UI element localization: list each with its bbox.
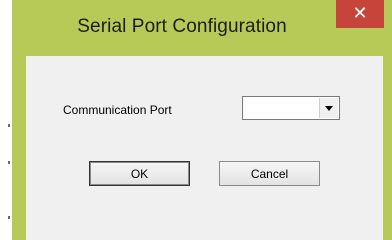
close-button[interactable]: ✕ (336, 0, 384, 28)
dialog-titlebar[interactable]: Serial Port Configuration ✕ (12, 0, 392, 56)
communication-port-select[interactable] (242, 96, 340, 120)
communication-port-label: Communication Port (63, 103, 172, 117)
cancel-button-label: Cancel (250, 166, 289, 181)
desktop-background: Serial Port Configuration ✕ Communicatio… (0, 0, 392, 240)
background-edge-mark (8, 124, 10, 127)
serial-port-configuration-dialog: Serial Port Configuration ✕ Communicatio… (12, 0, 392, 240)
cancel-button[interactable]: Cancel (219, 161, 320, 186)
chevron-down-icon (325, 105, 333, 111)
background-edge-mark (8, 216, 10, 219)
dropdown-button[interactable] (319, 98, 338, 118)
dialog-title: Serial Port Configuration (77, 16, 287, 37)
close-icon: ✕ (352, 3, 368, 24)
background-edge-mark (8, 161, 10, 164)
ok-button[interactable]: OK (89, 161, 190, 186)
dialog-content: Communication Port OK Cancel (26, 56, 383, 240)
ok-button-label: OK (130, 166, 149, 181)
